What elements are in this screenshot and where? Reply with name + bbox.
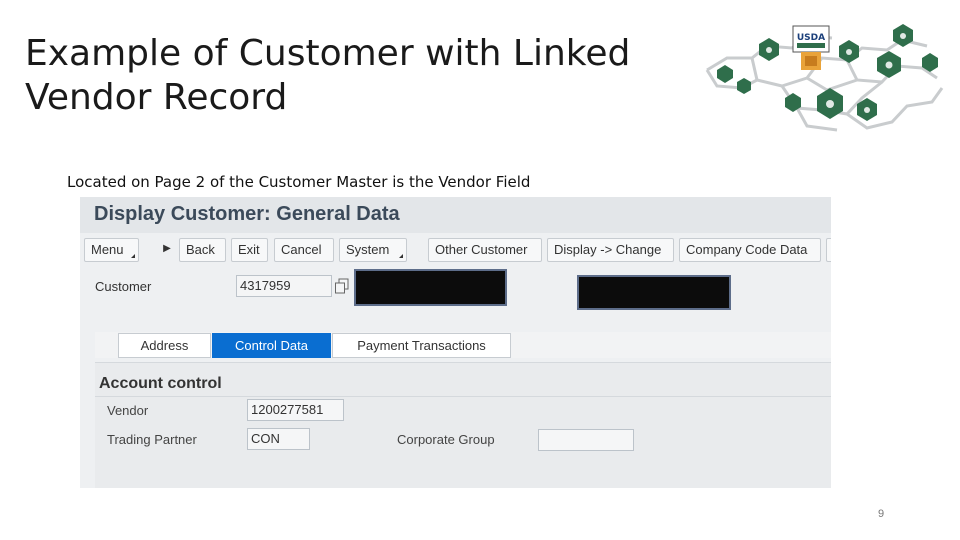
- tab-address[interactable]: Address: [118, 333, 211, 358]
- tab-payment-transactions-label: Payment Transactions: [357, 338, 486, 353]
- sap-screenshot: Display Customer: General Data Menu ▶ Ba…: [80, 197, 831, 488]
- account-control-section: Account control Vendor 1200277581 Tradin…: [95, 362, 831, 488]
- vendor-label: Vendor: [107, 403, 149, 418]
- tab-control-data[interactable]: Control Data: [212, 333, 331, 358]
- tab-control-data-label: Control Data: [235, 338, 308, 353]
- page-number: 9: [878, 508, 885, 520]
- redacted-customer-name: [354, 269, 507, 306]
- account-control-title: Account control: [99, 375, 222, 392]
- sap-toolbar: Menu ▶ Back Exit Cancel System Other Cus…: [80, 235, 831, 267]
- display-change-button[interactable]: Display -> Change: [547, 238, 674, 262]
- corporate-group-field[interactable]: [538, 429, 634, 451]
- usda-logo-text: USDA: [797, 33, 825, 43]
- menu-button[interactable]: Menu: [84, 238, 139, 262]
- exit-button[interactable]: Exit: [231, 238, 268, 262]
- display-change-button-label: Display -> Change: [554, 242, 662, 257]
- trading-partner-field[interactable]: CON: [247, 428, 310, 450]
- tab-payment-transactions[interactable]: Payment Transactions: [332, 333, 511, 358]
- toolbar-expand-icon[interactable]: ▶: [163, 240, 171, 258]
- cancel-button-label: Cancel: [281, 242, 322, 257]
- redacted-customer-info: [577, 275, 731, 310]
- copy-icon[interactable]: [334, 278, 350, 294]
- back-button-label: Back: [186, 242, 215, 257]
- other-customer-button[interactable]: Other Customer: [428, 238, 542, 262]
- trading-partner-label: Trading Partner: [107, 432, 197, 447]
- customer-field[interactable]: 4317959: [236, 275, 332, 297]
- vendor-field[interactable]: 1200277581: [247, 399, 344, 421]
- corporate-group-label: Corporate Group: [397, 432, 495, 447]
- sap-window-title: Display Customer: General Data: [94, 203, 400, 225]
- sap-title-bar: Display Customer: General Data: [80, 197, 831, 233]
- system-button[interactable]: System: [339, 238, 407, 262]
- company-code-data-button-label: Company Code Data: [686, 242, 808, 257]
- toolbar-overflow-button[interactable]: [826, 238, 831, 262]
- slide-title: Example of Customer with Linked Vendor R…: [25, 33, 631, 118]
- slide-subtitle: Located on Page 2 of the Customer Master…: [67, 173, 531, 191]
- cancel-button[interactable]: Cancel: [274, 238, 334, 262]
- system-button-label: System: [346, 242, 390, 257]
- tab-address-label: Address: [140, 338, 189, 353]
- company-code-data-button[interactable]: Company Code Data: [679, 238, 821, 262]
- exit-button-label: Exit: [238, 242, 260, 257]
- dropdown-arrow-icon: [131, 254, 135, 258]
- other-customer-button-label: Other Customer: [435, 242, 528, 257]
- section-divider: [95, 396, 831, 397]
- dropdown-arrow-icon: [399, 254, 403, 258]
- back-button[interactable]: Back: [179, 238, 226, 262]
- usda-logo: USDA: [705, 24, 944, 132]
- menu-button-label: Menu: [91, 242, 124, 257]
- customer-label: Customer: [95, 279, 152, 294]
